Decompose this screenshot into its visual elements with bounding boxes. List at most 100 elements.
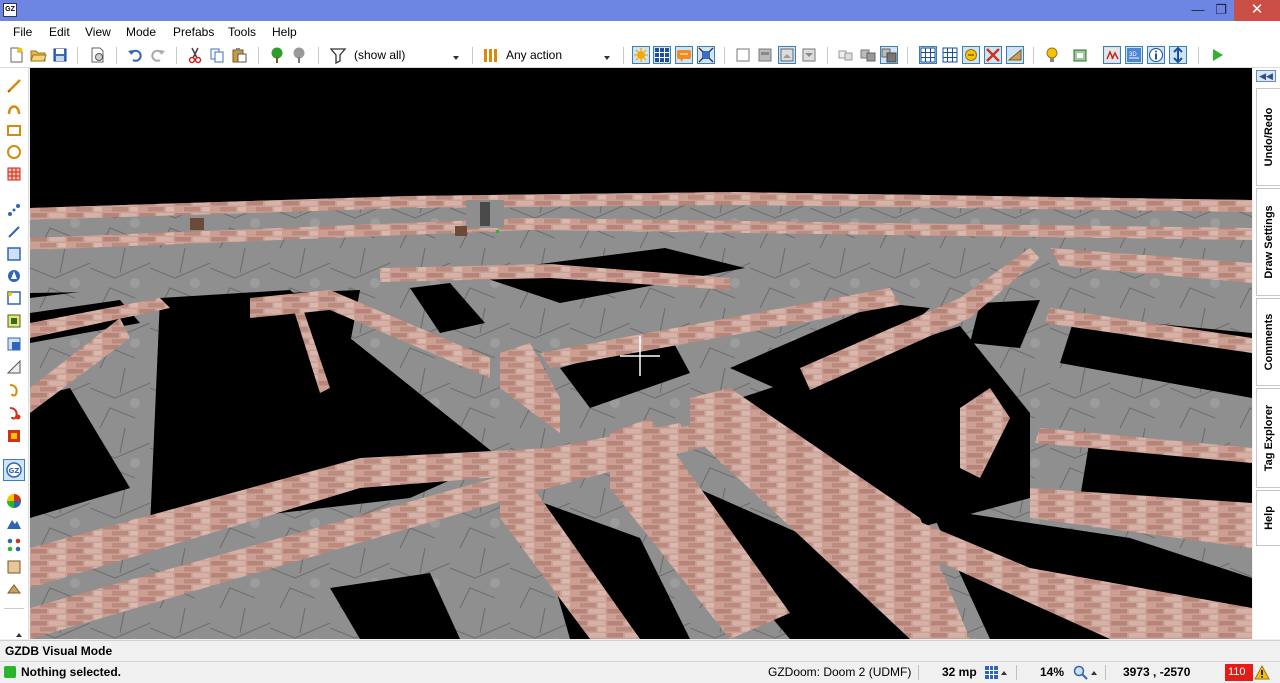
grid-size[interactable]: 32 mp xyxy=(942,665,977,679)
tab-tag-explorer[interactable]: Tag Explorer xyxy=(1256,388,1280,488)
zoom-icon[interactable] xyxy=(1073,665,1088,680)
draw-curve-icon[interactable] xyxy=(6,100,22,116)
new-map-icon[interactable] xyxy=(7,46,25,64)
full-brightness-icon[interactable] xyxy=(632,46,650,64)
auto-merge-icon[interactable] xyxy=(962,46,980,64)
map-3d-view xyxy=(30,68,1252,639)
status-bar: Nothing selected. GZDoom: Doom 2 (UDMF) … xyxy=(0,661,1280,682)
geometry-replace-icon[interactable] xyxy=(880,46,898,64)
slope-mode-icon[interactable] xyxy=(6,359,22,375)
docker-collapse-button[interactable]: ◀◀ xyxy=(1256,70,1276,82)
menu-mode[interactable]: Mode xyxy=(126,25,156,39)
menu-bar: File Edit View Mode Prefabs Tools Help xyxy=(0,21,1280,43)
chevron-up-icon[interactable] xyxy=(1091,671,1097,675)
grid-icon[interactable] xyxy=(653,46,671,64)
chevron-down-icon xyxy=(453,56,459,60)
ceiling-alignment-icon[interactable] xyxy=(6,581,22,597)
prefab-insert-icon[interactable] xyxy=(268,46,286,64)
visual-mode-viewport[interactable] xyxy=(30,68,1252,639)
action-filter-value: Any action xyxy=(506,48,563,62)
mode-toolbar: GZ xyxy=(0,68,29,639)
sound-propagation-icon[interactable] xyxy=(6,405,22,421)
menu-file[interactable]: File xyxy=(13,25,32,39)
docker-panel: ◀◀ Undo/Redo Draw Settings Comments Tag … xyxy=(1253,68,1280,639)
linedefs-mode-icon[interactable] xyxy=(6,224,22,240)
save-map-icon[interactable] xyxy=(51,46,69,64)
model-rendering-icon[interactable] xyxy=(1072,46,1090,64)
visual-mode-icon[interactable]: GZ xyxy=(3,459,25,481)
geometry-normal-icon[interactable] xyxy=(859,46,877,64)
open-map-icon[interactable] xyxy=(29,46,47,64)
paste-icon[interactable] xyxy=(230,46,248,64)
draw-ellipse-icon[interactable] xyxy=(6,144,22,160)
menu-tools[interactable]: Tools xyxy=(228,25,256,39)
view-normal-icon[interactable] xyxy=(734,46,752,64)
title-bar: GZ — ❐ ✕ xyxy=(0,0,1280,21)
status-ok-icon xyxy=(4,666,16,678)
linedef-action-icon[interactable] xyxy=(481,46,499,64)
close-button[interactable]: ✕ xyxy=(1234,0,1280,21)
view-brightness-icon[interactable] xyxy=(756,46,774,64)
color-picker-icon[interactable] xyxy=(6,493,22,509)
things-mode-icon[interactable] xyxy=(6,268,22,284)
redo-icon[interactable] xyxy=(149,46,167,64)
zoom-level[interactable]: 14% xyxy=(1040,665,1064,679)
action-filter-dropdown[interactable]: Any action xyxy=(506,46,612,64)
test-map-icon[interactable] xyxy=(1208,46,1226,64)
menu-view[interactable]: View xyxy=(85,25,111,39)
thing-filter-icon[interactable] xyxy=(329,46,347,65)
geometry-merge-icon[interactable] xyxy=(837,46,855,64)
terrain-icon[interactable] xyxy=(6,515,22,531)
draw-rectangle-icon[interactable] xyxy=(6,122,22,138)
fit-to-screen-icon[interactable] xyxy=(697,46,715,64)
engine-label[interactable]: GZDoom: Doom 2 (UDMF) xyxy=(768,665,911,679)
tag-range-icon[interactable] xyxy=(6,428,22,444)
info-icon[interactable] xyxy=(1147,46,1165,64)
tab-help[interactable]: Help xyxy=(1256,490,1280,546)
menu-help[interactable]: Help xyxy=(272,25,297,39)
chevron-up-icon[interactable] xyxy=(1001,671,1007,675)
cursor-coordinates: 3973 , -2570 xyxy=(1123,665,1191,679)
automap-mode-icon[interactable] xyxy=(1006,46,1024,64)
make-sector-icon[interactable] xyxy=(6,290,22,306)
view-floors-icon[interactable] xyxy=(778,46,796,64)
chevron-up-icon[interactable] xyxy=(16,633,22,637)
thing-filter-value: (show all) xyxy=(354,48,406,62)
sectors-mode-icon[interactable] xyxy=(6,246,22,262)
restore-button[interactable]: ❐ xyxy=(1208,0,1234,21)
draw-lines-icon[interactable] xyxy=(6,78,22,94)
undo-icon[interactable] xyxy=(126,46,144,64)
sector-texture-icon[interactable] xyxy=(6,336,22,352)
fog-icon[interactable] xyxy=(1103,46,1121,64)
thing-filter-dropdown[interactable]: (show all) xyxy=(354,46,462,64)
draw-grid-icon[interactable] xyxy=(6,166,22,182)
split-joined-sectors-icon[interactable] xyxy=(984,46,1002,64)
map-options-icon[interactable] xyxy=(88,46,106,64)
snap-to-grid-icon[interactable] xyxy=(919,46,937,64)
vertical-move-icon[interactable] xyxy=(1169,46,1187,64)
menu-edit[interactable]: Edit xyxy=(49,25,70,39)
prefab-previous-icon[interactable] xyxy=(290,46,308,64)
cut-icon[interactable] xyxy=(186,46,204,64)
nodes-viewer-icon[interactable] xyxy=(6,537,22,553)
tab-draw-settings[interactable]: Draw Settings xyxy=(1256,188,1280,296)
lights-icon[interactable] xyxy=(1043,46,1061,64)
sound-environment-icon[interactable] xyxy=(6,382,22,398)
floor-alignment-icon[interactable] xyxy=(6,559,22,575)
status-message: Nothing selected. xyxy=(21,665,122,679)
svg-text:3D: 3D xyxy=(1129,52,1137,58)
sky-icon[interactable]: 3D xyxy=(1125,46,1143,64)
comments-icon[interactable] xyxy=(675,46,693,64)
copy-icon[interactable] xyxy=(208,46,226,64)
menu-prefabs[interactable]: Prefabs xyxy=(173,25,214,39)
grid-icon[interactable] xyxy=(985,666,998,679)
view-ceilings-icon[interactable] xyxy=(800,46,818,64)
dynamic-grid-icon[interactable] xyxy=(941,46,959,64)
tab-comments[interactable]: Comments xyxy=(1256,298,1280,386)
tab-undo-redo[interactable]: Undo/Redo xyxy=(1256,88,1280,186)
app-icon: GZ xyxy=(3,3,17,17)
sector-edit-icon[interactable] xyxy=(6,313,22,329)
warnings-badge[interactable]: 110 xyxy=(1225,664,1253,681)
vertices-mode-icon[interactable] xyxy=(6,202,22,218)
warning-icon[interactable] xyxy=(1254,664,1270,680)
